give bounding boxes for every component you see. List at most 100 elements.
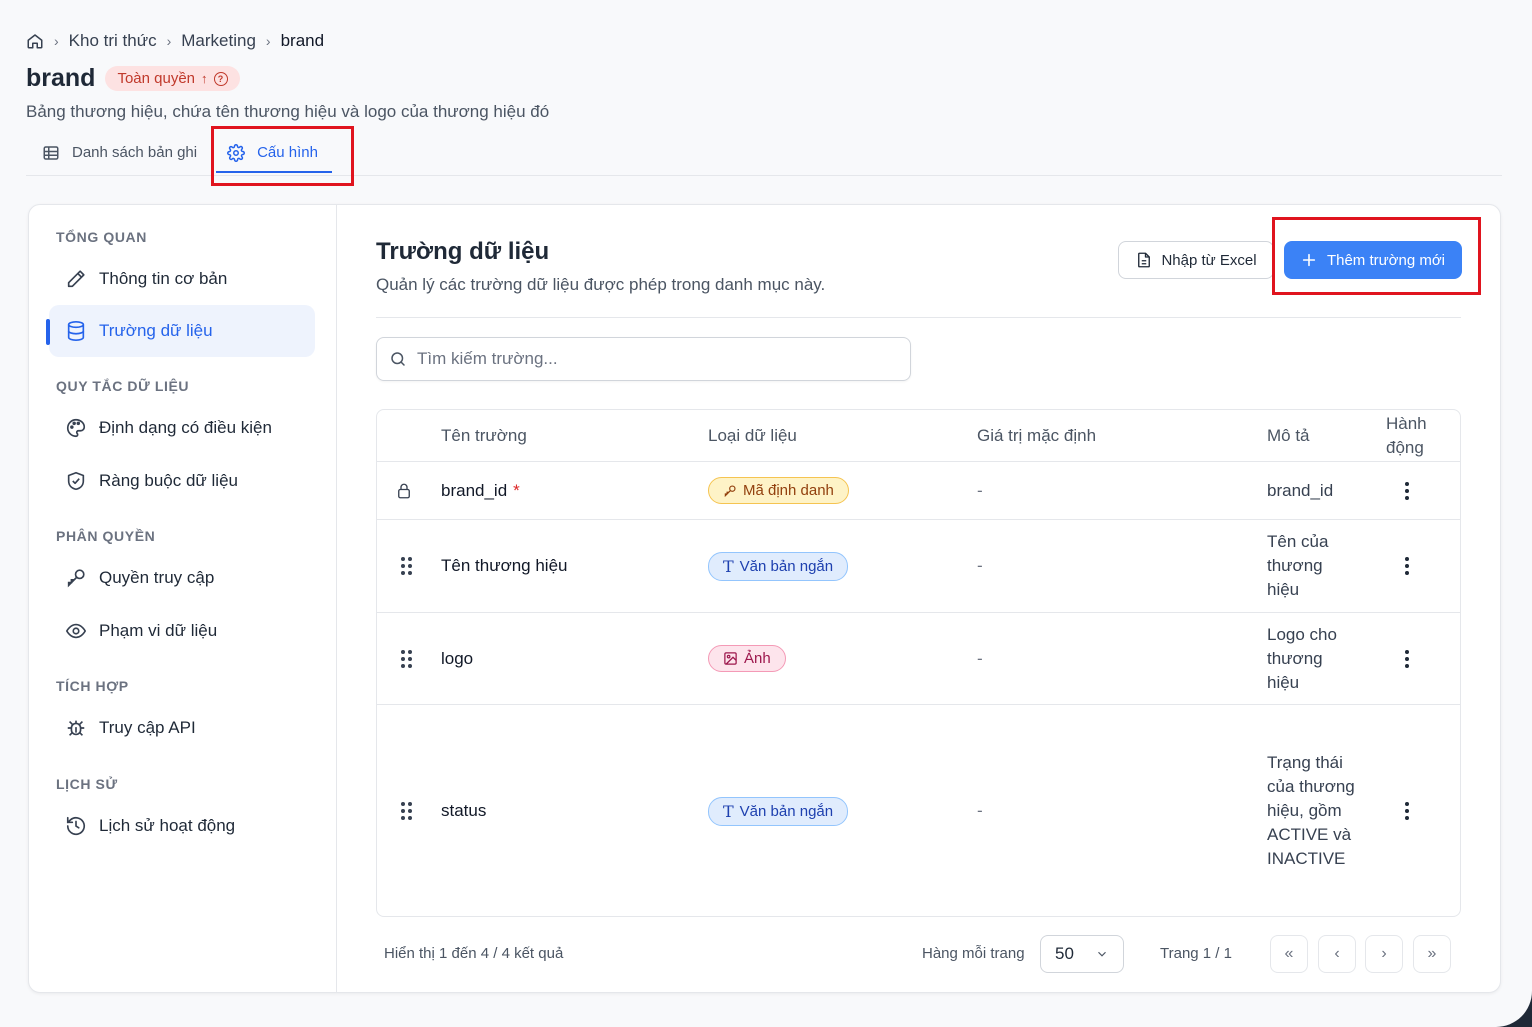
- next-page-button[interactable]: ›: [1365, 935, 1403, 973]
- required-marker: *: [513, 480, 520, 500]
- field-name: logo: [441, 648, 474, 668]
- drag-handle-icon[interactable]: [401, 613, 412, 704]
- chevron-right-icon: ›: [54, 33, 59, 49]
- column-header-type: Loại dữ liệu: [708, 426, 797, 445]
- sidebar-section-history: LỊCH SỬ: [56, 776, 118, 792]
- table-row[interactable]: Tên thương hiệu T Văn bản ngắn - Tên của…: [377, 520, 1460, 613]
- field-description: Logo cho thương hiệu: [1267, 624, 1337, 692]
- more-actions-icon[interactable]: [1397, 613, 1417, 704]
- sidebar-item-access-rights[interactable]: Quyền truy cập: [49, 552, 315, 604]
- config-card: TỔNG QUAN Thông tin cơ bản Trường dữ liệ…: [28, 204, 1501, 993]
- rows-per-page-label: Hàng mỗi trang: [922, 945, 1025, 962]
- palette-icon: [65, 417, 87, 439]
- field-description: Trạng thái của thương hiệu, gồm ACTIVE v…: [1267, 753, 1355, 868]
- shield-check-icon: [65, 470, 87, 492]
- eye-icon: [65, 620, 87, 642]
- breadcrumb-current: brand: [280, 31, 325, 50]
- title-row: brand Toàn quyền ↑ ?: [26, 64, 240, 93]
- table-row[interactable]: brand_id * Mã định danh - brand_id: [377, 462, 1460, 520]
- sidebar-item-conditional-format[interactable]: Định dạng có điều kiện: [49, 402, 315, 454]
- chevron-right-icon: ›: [166, 33, 172, 49]
- table-header: Tên trường Loại dữ liệu Giá trị mặc định…: [377, 410, 1460, 462]
- key-icon: [65, 567, 87, 589]
- sidebar-item-label: Phạm vi dữ liệu: [99, 621, 218, 640]
- sidebar-item-label: Ràng buộc dữ liệu: [99, 471, 238, 490]
- pencil-icon: [65, 268, 87, 290]
- sidebar-section-data-rules: QUY TẮC DỮ LIỆU: [56, 378, 190, 394]
- text-type-icon: T: [723, 556, 734, 576]
- section-description: Quản lý các trường dữ liệu được phép tro…: [376, 275, 826, 294]
- sidebar-item-label: Định dạng có điều kiện: [99, 418, 272, 437]
- search-input[interactable]: Tìm kiếm trường...: [376, 337, 911, 381]
- tab-record-list[interactable]: Danh sách bản ghi: [26, 130, 211, 175]
- sidebar-item-activity-history[interactable]: Lịch sử hoạt động: [49, 800, 315, 852]
- breadcrumb-item[interactable]: Marketing: [181, 31, 256, 51]
- home-icon[interactable]: [26, 32, 44, 50]
- file-icon: [1135, 251, 1153, 269]
- sidebar-item-label: Trường dữ liệu: [99, 321, 213, 340]
- sidebar-item-label: Lịch sử hoạt động: [99, 816, 236, 835]
- permission-badge[interactable]: Toàn quyền ↑ ?: [105, 66, 240, 91]
- prev-page-button[interactable]: ‹: [1318, 935, 1356, 973]
- config-sidebar: TỔNG QUAN Thông tin cơ bản Trường dữ liệ…: [29, 205, 337, 992]
- main-panel: Trường dữ liệu Quản lý các trường dữ liệ…: [338, 205, 1500, 992]
- chevron-down-icon: [1095, 947, 1109, 961]
- type-badge: T Văn bản ngắn: [708, 796, 849, 826]
- last-page-button[interactable]: »: [1413, 935, 1451, 973]
- image-icon: [723, 651, 738, 666]
- arrow-up-icon: ↑: [201, 71, 208, 86]
- chevron-right-icon: ›: [265, 33, 271, 49]
- sidebar-item-label: Truy cập API: [99, 718, 196, 737]
- more-actions-icon[interactable]: [1397, 462, 1417, 519]
- table-row[interactable]: status T Văn bản ngắn - Trạng thái của t…: [377, 705, 1460, 916]
- default-value: -: [977, 648, 983, 668]
- highlight-box: [211, 126, 354, 186]
- sidebar-item-api-access[interactable]: Truy cập API: [49, 702, 315, 754]
- breadcrumb: › Kho tri thức › Marketing › brand: [26, 30, 324, 52]
- fields-table: Tên trường Loại dữ liệu Giá trị mặc định…: [376, 409, 1461, 917]
- field-name: status: [441, 801, 487, 820]
- more-actions-icon[interactable]: [1397, 705, 1417, 916]
- type-label: Mã định danh: [743, 482, 834, 499]
- type-label: Văn bản ngắn: [739, 557, 834, 575]
- breadcrumb-item[interactable]: Kho tri thức: [69, 31, 157, 51]
- default-value: -: [977, 801, 983, 820]
- search-icon: [389, 350, 407, 368]
- key-icon: [723, 484, 737, 498]
- sidebar-item-data-fields[interactable]: Trường dữ liệu: [46, 305, 315, 357]
- sidebar-item-data-constraints[interactable]: Ràng buộc dữ liệu: [49, 455, 315, 507]
- default-value: -: [977, 480, 983, 500]
- column-header-actions: Hành động: [1386, 414, 1427, 457]
- field-description: brand_id: [1267, 480, 1334, 500]
- help-icon: ?: [213, 71, 228, 86]
- sidebar-section-overview: TỔNG QUAN: [56, 229, 147, 245]
- rows-per-page-value: 50: [1055, 944, 1074, 963]
- page-title: brand: [26, 64, 96, 92]
- search-placeholder: Tìm kiếm trường...: [417, 349, 558, 368]
- chevrons-right-icon: »: [1427, 945, 1437, 962]
- database-icon: [65, 320, 87, 342]
- type-badge: Mã định danh: [708, 477, 849, 504]
- permission-label: Toàn quyền: [117, 70, 196, 87]
- column-header-default: Giá trị mặc định: [977, 426, 1097, 445]
- divider: [376, 317, 1461, 318]
- chevron-right-icon: ›: [1381, 945, 1387, 962]
- import-excel-label: Nhập từ Excel: [1161, 251, 1257, 269]
- history-icon: [65, 815, 87, 837]
- sidebar-item-basic-info[interactable]: Thông tin cơ bản: [49, 253, 315, 305]
- field-name: brand_id: [441, 480, 508, 500]
- sidebar-section-integration: TÍCH HỢP: [56, 678, 129, 694]
- page-indicator: Trang 1 / 1: [1160, 945, 1232, 962]
- first-page-button[interactable]: «: [1270, 935, 1308, 973]
- import-excel-button[interactable]: Nhập từ Excel: [1118, 241, 1274, 279]
- rows-per-page-select[interactable]: 50: [1040, 935, 1124, 973]
- more-actions-icon[interactable]: [1397, 520, 1417, 612]
- table-row[interactable]: logo Ảnh - Logo cho thương hiệu: [377, 613, 1460, 705]
- page-description: Bảng thương hiệu, chứa tên thương hiệu v…: [26, 102, 550, 121]
- api-icon: [65, 717, 87, 739]
- table-icon: [40, 142, 62, 164]
- drag-handle-icon[interactable]: [401, 705, 412, 916]
- sidebar-item-data-scope[interactable]: Phạm vi dữ liệu: [49, 605, 315, 657]
- field-description: Tên của thương hiệu: [1267, 532, 1329, 599]
- drag-handle-icon[interactable]: [401, 520, 412, 612]
